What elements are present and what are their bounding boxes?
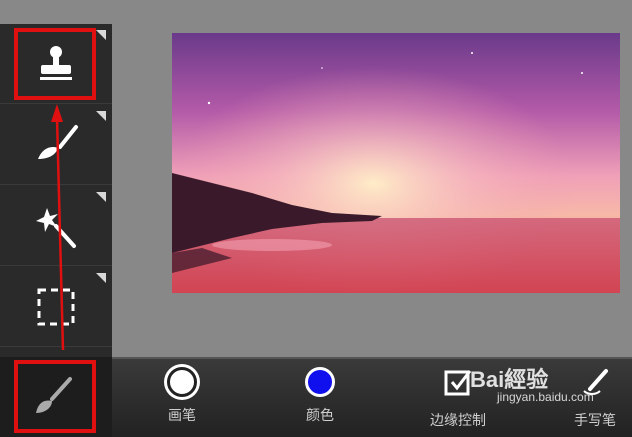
annotation-arrow	[51, 104, 65, 351]
